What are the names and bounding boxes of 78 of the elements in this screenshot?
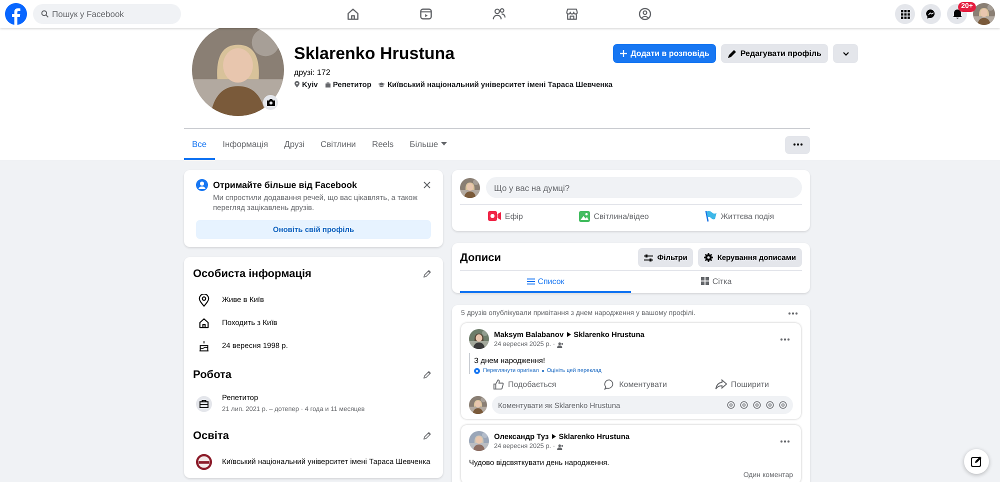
friends-icon[interactable] <box>492 7 506 21</box>
filter-icon <box>644 254 654 262</box>
cake-icon <box>198 340 210 352</box>
plus-icon <box>620 50 627 57</box>
friends-count: друзі: 172 <box>294 68 332 77</box>
view-tab[interactable]: Сітка <box>631 271 802 293</box>
like-icon <box>492 378 504 390</box>
promo-title: Отримайте більше від Facebook <box>213 180 358 190</box>
profile-name: Sklarenko Hrustuna <box>294 44 456 64</box>
camera-button[interactable] <box>263 95 278 110</box>
view-tab[interactable]: Список <box>460 271 631 293</box>
more-icon <box>792 143 802 146</box>
compose-button[interactable] <box>964 449 989 474</box>
video-icon[interactable] <box>418 7 432 21</box>
photo-icon <box>578 210 590 222</box>
search-icon <box>41 10 49 18</box>
post-action[interactable]: Поширити <box>708 376 776 392</box>
arrow-right-icon <box>566 332 571 337</box>
messenger-button[interactable] <box>921 4 941 24</box>
comment-icon <box>604 378 616 390</box>
add-story-button[interactable]: Додати в розповідь <box>612 44 716 63</box>
section-title: Особиста інформація <box>193 268 312 280</box>
grid-icon <box>701 277 710 285</box>
home-icon <box>198 317 210 329</box>
caret-icon <box>441 142 448 146</box>
profile-tab[interactable]: Reels <box>364 129 402 160</box>
section-title: Робота <box>193 369 232 381</box>
chat-bubble-icon <box>926 9 936 19</box>
section-title: Освіта <box>193 430 229 442</box>
profile-tab[interactable]: Інформація <box>214 129 276 160</box>
gear-icon <box>704 253 714 262</box>
composer-action[interactable]: Світлина/відео <box>568 208 659 224</box>
pencil-icon <box>422 370 432 380</box>
more-icon <box>780 338 790 340</box>
more-icon <box>788 312 798 315</box>
location-pin-icon <box>294 81 300 88</box>
store-icon[interactable] <box>564 7 578 21</box>
share-icon <box>714 378 727 390</box>
composer-action[interactable]: Життєва подія <box>694 207 784 225</box>
briefcase-icon <box>196 395 212 413</box>
more-icon <box>780 440 790 442</box>
friends-icon <box>557 444 564 450</box>
briefcase-icon <box>324 82 331 88</box>
post-input[interactable]: Що у вас на думці? <box>486 177 802 198</box>
pencil-icon <box>422 431 432 441</box>
facebook-logo-icon[interactable] <box>5 3 27 25</box>
arrow-right-icon <box>552 434 556 439</box>
edit-icon <box>971 456 982 467</box>
profile-tab[interactable]: Більше <box>402 129 456 160</box>
bell-icon <box>952 9 962 19</box>
edit-profile-button[interactable]: Редагувати профіль <box>721 44 828 63</box>
face-circle-icon[interactable] <box>638 7 652 21</box>
list-icon <box>526 278 535 284</box>
profile-tab[interactable]: Друзі <box>276 129 313 160</box>
profile-tab[interactable]: Все <box>184 129 215 160</box>
posts-title: Дописи <box>460 252 502 264</box>
location-pin-icon <box>198 294 210 306</box>
grid-icon <box>900 10 910 18</box>
chevron-down-icon <box>842 52 849 56</box>
close-icon <box>423 181 431 189</box>
more-button[interactable] <box>785 136 810 154</box>
separator-dot <box>542 370 544 372</box>
university-logo-icon <box>196 453 212 471</box>
composer-action[interactable]: Ефір <box>478 208 534 224</box>
live-video-icon <box>488 211 501 221</box>
close-button[interactable] <box>423 181 431 189</box>
search-field[interactable]: Пошук у Facebook <box>33 4 181 24</box>
flag-icon <box>704 210 717 222</box>
home-icon[interactable] <box>346 7 360 21</box>
profile-icon <box>196 179 208 191</box>
post-action[interactable]: Подобається <box>486 376 562 392</box>
friends-icon <box>557 342 564 348</box>
pencil-icon <box>422 269 432 279</box>
graduation-cap-icon <box>378 82 386 88</box>
profile-tab[interactable]: Світлини <box>312 129 364 160</box>
post-action[interactable]: Коментувати <box>598 376 673 392</box>
pencil-icon <box>728 50 736 58</box>
menu-button[interactable] <box>895 4 915 24</box>
